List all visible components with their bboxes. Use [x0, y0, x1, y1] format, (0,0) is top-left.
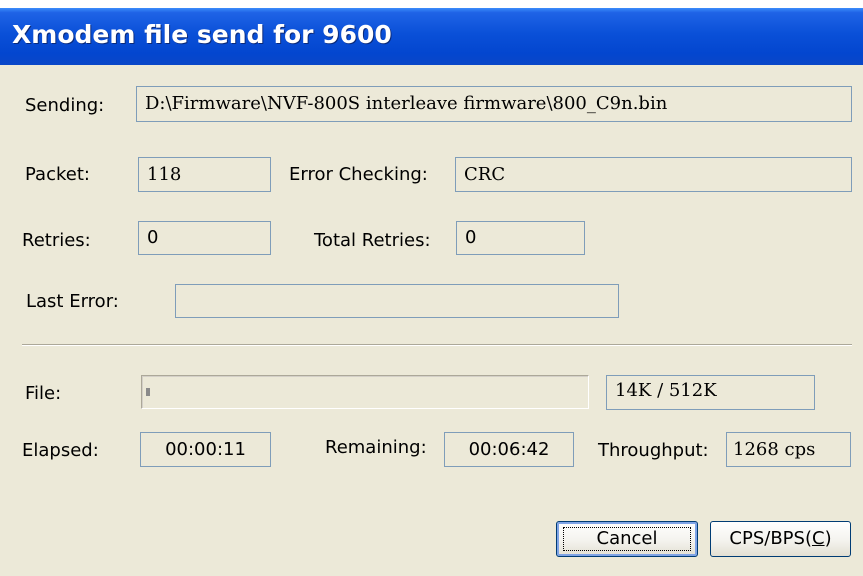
xmodem-dialog: Xmodem file send for 9600 Sending: D:\Fi… [0, 0, 863, 576]
throughput-label: Throughput: [598, 440, 709, 461]
cps-bps-button-label: CPS/BPS(C) [711, 528, 850, 550]
cps-bps-button[interactable]: CPS/BPS(C) [710, 521, 851, 557]
background-strip [0, 0, 863, 8]
file-progress-fill [146, 388, 150, 396]
error-checking-label: Error Checking: [289, 164, 428, 185]
title-bar[interactable]: Xmodem file send for 9600 [0, 8, 863, 65]
window-title: Xmodem file send for 9600 [12, 20, 392, 49]
cancel-button-label: Cancel [596, 528, 658, 549]
total-retries-label: Total Retries: [314, 230, 431, 251]
cancel-button[interactable]: Cancel [556, 521, 698, 557]
packet-label: Packet: [25, 164, 90, 185]
cps-bps-prefix: CPS/BPS( [729, 528, 812, 549]
sending-label: Sending: [25, 95, 105, 116]
sending-field: D:\Firmware\NVF-800S interleave firmware… [136, 86, 852, 122]
last-error-label: Last Error: [26, 291, 119, 312]
file-size-field: 14K / 512K [606, 375, 815, 410]
packet-field: 118 [138, 157, 271, 192]
cps-bps-mnemonic: C [811, 528, 825, 549]
elapsed-label: Elapsed: [22, 440, 99, 461]
elapsed-field: 00:00:11 [140, 432, 271, 467]
error-checking-field: CRC [455, 157, 852, 192]
cps-bps-suffix: ) [824, 528, 832, 549]
separator-line [22, 344, 852, 346]
throughput-field: 1268 cps [726, 432, 851, 467]
total-retries-field: 0 [456, 221, 585, 255]
remaining-label: Remaining: [325, 437, 427, 458]
retries-label: Retries: [22, 230, 91, 251]
file-progress-bar [141, 375, 589, 409]
file-label: File: [25, 383, 62, 404]
retries-field: 0 [138, 221, 271, 255]
last-error-field [175, 284, 619, 318]
remaining-field: 00:06:42 [444, 432, 574, 467]
